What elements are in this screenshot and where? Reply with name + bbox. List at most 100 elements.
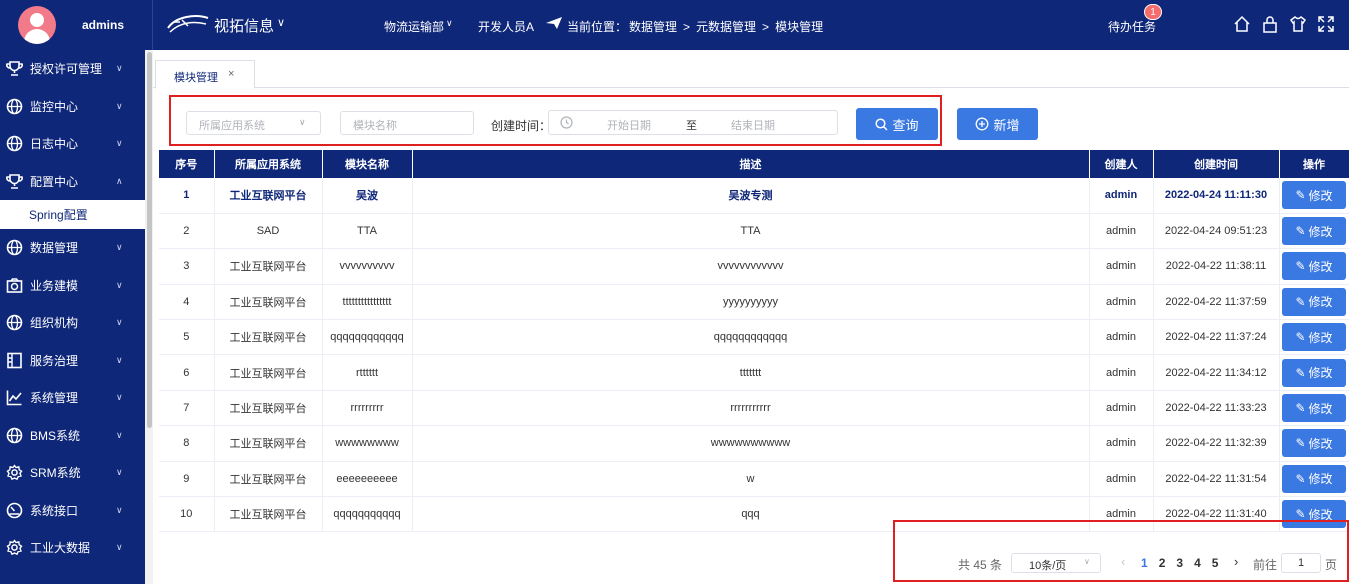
module-name-input[interactable]: 模块名称	[340, 111, 474, 135]
chevron-down-icon: ∨	[116, 504, 123, 515]
chevron-down-icon: ∨	[299, 117, 306, 127]
add-button[interactable]: 新增	[957, 108, 1038, 140]
cell-creator: admin	[1089, 425, 1154, 462]
sidebar-item-label: 数据管理	[30, 241, 79, 256]
sidebar-item-monitor[interactable]: 监控中心 ∨	[0, 88, 145, 126]
page-number[interactable]: 1	[1141, 556, 1148, 570]
edit-button[interactable]: ✎ 修改	[1282, 287, 1346, 316]
page-numbers: 1 2 3 4 5	[1141, 556, 1218, 570]
avatar[interactable]	[18, 6, 56, 44]
end-date-input[interactable]: 结束日期	[731, 117, 775, 133]
cell-desc: 吴波专测	[412, 178, 1090, 214]
top-bar: admins 视拓信息 ∨ 物流运输部 ∨ 开发人员A 当前位置： 数据管理 > 元…	[0, 0, 1349, 50]
next-page-icon[interactable]: ›	[1234, 554, 1238, 569]
sidebar-item-config[interactable]: 配置中心 ∧	[0, 163, 145, 201]
column-header: 描述	[412, 150, 1090, 178]
page-number[interactable]: 5	[1212, 556, 1219, 570]
table-row[interactable]: 3 工业互联网平台 vvvvvvvvvv vvvvvvvvvvvv admin …	[159, 248, 1349, 285]
column-header: 所属应用系统	[214, 150, 323, 178]
sidebar-item-service[interactable]: 服务治理 ∨	[0, 342, 145, 380]
cell-action: ✎ 修改	[1279, 248, 1349, 285]
sidebar-item-bms[interactable]: BMS系统 ∨	[0, 417, 145, 455]
search-button[interactable]: 查询	[856, 108, 938, 140]
table-row[interactable]: 6 工业互联网平台 rtttttt ttttttt admin 2022-04-…	[159, 354, 1349, 391]
dept-selector[interactable]: 物流运输部	[384, 18, 444, 35]
sidebar-item-srm[interactable]: SRM系统 ∨	[0, 454, 145, 492]
cell-no: 5	[159, 319, 215, 356]
edit-button-label: 修改	[1308, 259, 1333, 274]
cell-action: ✎ 修改	[1279, 284, 1349, 321]
start-date-input[interactable]: 开始日期	[607, 117, 651, 133]
edit-button[interactable]: ✎ 修改	[1282, 464, 1346, 493]
role-label[interactable]: 开发人员A	[478, 18, 534, 35]
cell-desc: yyyyyyyyyy	[412, 284, 1090, 321]
chevron-down-icon[interactable]: ∨	[277, 16, 285, 29]
cell-time: 2022-04-24 09:51:23	[1153, 213, 1280, 250]
edit-button[interactable]: ✎ 修改	[1282, 217, 1346, 246]
breadcrumb-item[interactable]: 元数据管理	[696, 20, 756, 34]
cell-time: 2022-04-22 11:37:24	[1153, 319, 1280, 356]
sidebar-item-data[interactable]: 数据管理 ∨	[0, 229, 145, 267]
tshirt-icon[interactable]	[1288, 14, 1308, 34]
sidebar-item-logs[interactable]: 日志中心 ∨	[0, 125, 145, 163]
cell-name: rtttttt	[322, 354, 413, 391]
edit-button[interactable]: ✎ 修改	[1282, 394, 1346, 423]
cell-name: vvvvvvvvvv	[322, 248, 413, 285]
tab-module-management[interactable]: 模块管理 ×	[155, 60, 255, 89]
cell-action: ✎ 修改	[1279, 213, 1349, 250]
goto-page-input[interactable]: 1	[1281, 553, 1321, 573]
edit-button[interactable]: ✎ 修改	[1282, 181, 1346, 210]
chevron-down-icon: ∨	[116, 542, 123, 553]
cell-time: 2022-04-22 11:33:23	[1153, 390, 1280, 427]
cell-desc: w	[412, 461, 1090, 498]
sidebar-item-label: BMS系统	[30, 428, 81, 443]
page-size-select[interactable]: 10条/页 ∨	[1011, 553, 1101, 573]
table-row[interactable]: 4 工业互联网平台 tttttttttttttttt yyyyyyyyyy ad…	[159, 284, 1349, 321]
chevron-down-icon[interactable]: ∨	[446, 18, 453, 29]
table-row[interactable]: 2 SAD TTA TTA admin 2022-04-24 09:51:23 …	[159, 213, 1349, 250]
prev-page-icon[interactable]: ‹	[1121, 554, 1125, 569]
edit-button[interactable]: ✎ 修改	[1282, 252, 1346, 281]
cell-desc: vvvvvvvvvvvv	[412, 248, 1090, 285]
breadcrumb-item[interactable]: 数据管理	[629, 20, 677, 34]
fullscreen-icon[interactable]	[1316, 14, 1336, 34]
chevron-down-icon: ∨	[116, 279, 123, 290]
cell-time: 2022-04-22 11:32:39	[1153, 425, 1280, 462]
cell-time: 2022-04-22 11:34:12	[1153, 354, 1280, 391]
home-icon[interactable]	[1232, 14, 1252, 34]
sidebar-item-label: SRM系统	[30, 466, 81, 481]
sidebar-item-bigdata[interactable]: 工业大数据 ∨	[0, 529, 145, 567]
sidebar-item-license[interactable]: 授权许可管理 ∨	[0, 50, 145, 88]
edit-button[interactable]: ✎ 修改	[1282, 429, 1346, 458]
app-system-select[interactable]: 所属应用系统 ∨	[186, 111, 321, 135]
brand-logo	[167, 15, 209, 33]
cell-no: 9	[159, 461, 215, 498]
date-range-picker[interactable]: 开始日期 至 结束日期	[548, 110, 838, 135]
table-row[interactable]: 8 工业互联网平台 wwwwwwww wwwwwwwwww admin 2022…	[159, 425, 1349, 462]
sidebar-item-label: 授权许可管理	[30, 62, 103, 77]
user-area: admins	[0, 0, 153, 50]
sidebar-item-interface[interactable]: 系统接口 ∨	[0, 492, 145, 530]
table-row[interactable]: 9 工业互联网平台 eeeeeeeeee w admin 2022-04-22 …	[159, 461, 1349, 498]
close-icon[interactable]: ×	[228, 68, 234, 80]
sidebar-item-org[interactable]: 组织机构 ∨	[0, 304, 145, 342]
table-row[interactable]: 5 工业互联网平台 qqqqqqqqqqqq qqqqqqqqqqqq admi…	[159, 319, 1349, 356]
page-number[interactable]: 4	[1194, 556, 1201, 570]
pencil-icon: ✎	[1295, 330, 1306, 345]
module-table: 序号 所属应用系统 模块名称 描述 创建人 创建时间 操作 1 工业互联网平台 …	[159, 150, 1349, 533]
todo-tasks[interactable]: 待办任务	[1108, 18, 1156, 35]
table-row[interactable]: 7 工业互联网平台 rrrrrrrrr rrrrrrrrrrr admin 20…	[159, 390, 1349, 427]
page-size-value: 10条/页	[1029, 560, 1067, 572]
sidebar-item-system[interactable]: 系统管理 ∨	[0, 379, 145, 417]
page-number[interactable]: 2	[1159, 556, 1166, 570]
sidebar-item-modeling[interactable]: 业务建模 ∨	[0, 267, 145, 305]
lock-icon[interactable]	[1260, 14, 1280, 34]
table-row[interactable]: 1 工业互联网平台 吴波 吴波专测 admin 2022-04-24 11:11…	[159, 178, 1349, 214]
edit-button[interactable]: ✎ 修改	[1282, 358, 1346, 387]
app-title[interactable]: 视拓信息	[214, 15, 274, 36]
sidebar-subitem-spring[interactable]: Spring配置	[0, 200, 145, 229]
edit-button[interactable]: ✎ 修改	[1282, 323, 1346, 352]
page-number[interactable]: 3	[1176, 556, 1183, 570]
cell-desc: TTA	[412, 213, 1090, 250]
sidebar-scroll-thumb[interactable]	[147, 52, 152, 428]
